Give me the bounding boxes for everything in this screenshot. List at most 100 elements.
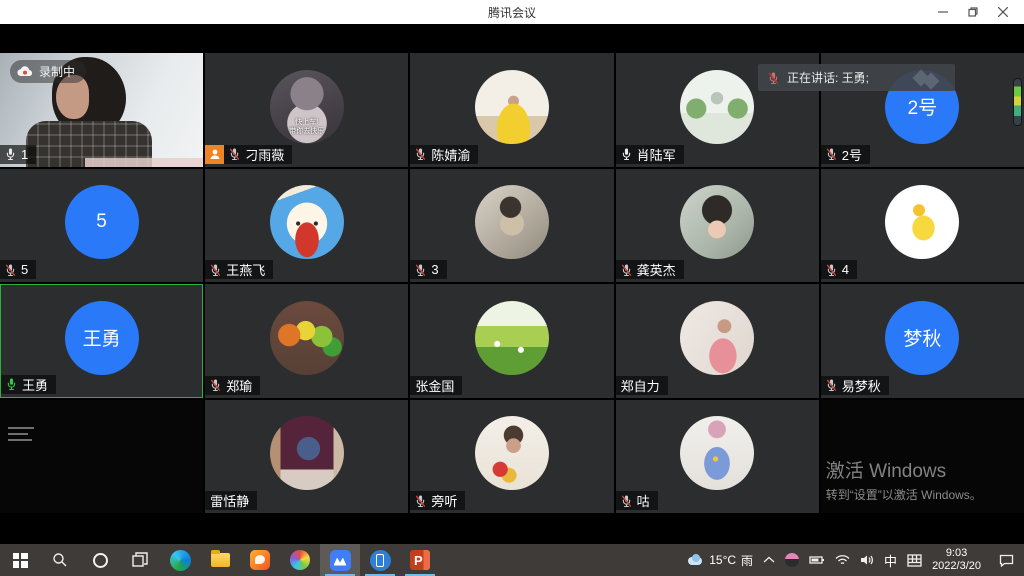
participant-tile[interactable]: 龚英杰: [616, 169, 819, 283]
participant-tile[interactable]: 旁听: [410, 400, 613, 514]
participant-name: 2号: [842, 145, 862, 164]
touch-keyboard-icon: [907, 554, 922, 567]
participant-name-bar: 王勇: [1, 375, 56, 394]
cloud-record-icon: [17, 66, 33, 77]
participant-name: 肖陆军: [637, 145, 676, 164]
mic-speaking-icon: [6, 377, 17, 391]
participant-grid: 录制中 1 快上车! 带你去快乐 刁雨薇: [0, 53, 1024, 513]
window-titlebar[interactable]: 腾讯会议: [0, 0, 1024, 24]
mic-muted-icon: [415, 263, 426, 277]
clock-date: 2022/3/20: [932, 560, 981, 573]
meeting-watermark-logo: [911, 70, 945, 86]
avatar: [475, 70, 549, 144]
mic-muted-icon: [826, 147, 837, 161]
mic-muted-icon: [415, 147, 426, 161]
mic-muted-icon: [621, 494, 632, 508]
participant-tile[interactable]: 梦秋 易梦秋: [821, 284, 1024, 398]
participant-tile-active-speaker[interactable]: 王勇 王勇: [0, 284, 203, 398]
wifi-icon: [835, 554, 850, 566]
battery-icon: [809, 555, 825, 565]
phone-app-button[interactable]: [360, 544, 400, 576]
participant-name: 张金国: [415, 376, 454, 395]
file-explorer-button[interactable]: [200, 544, 240, 576]
participant-name-bar: 龚英杰: [616, 260, 684, 279]
action-center-button[interactable]: [999, 554, 1014, 567]
participant-tile-self-video[interactable]: 录制中 1: [0, 53, 203, 167]
participant-name-bar: 刁雨薇: [205, 145, 292, 164]
participant-name-bar: 陈婧渝: [410, 145, 478, 164]
windows-taskbar: P 15°C 雨 中 9:03 2022/3/20: [0, 544, 1024, 576]
avatar: [680, 70, 754, 144]
search-button[interactable]: [40, 544, 80, 576]
task-view-button[interactable]: [120, 544, 160, 576]
participant-name-bar: 旁听: [410, 491, 465, 510]
color-wheel-app-button[interactable]: [280, 544, 320, 576]
participant-tile[interactable]: 张金国: [410, 284, 613, 398]
close-button[interactable]: [988, 0, 1018, 24]
participant-tile[interactable]: 快上车! 带你去快乐 刁雨薇: [205, 53, 408, 167]
recording-badge: 录制中: [10, 60, 86, 83]
mic-on-icon: [621, 147, 632, 161]
battery-tray-button[interactable]: [809, 555, 825, 565]
participant-name: 郑自力: [621, 376, 660, 395]
messenger-tray-button[interactable]: [785, 553, 799, 567]
tencent-meeting-button[interactable]: [320, 544, 360, 576]
host-badge-icon: [205, 145, 224, 164]
mic-muted-icon: [826, 263, 837, 277]
powerpoint-button[interactable]: P: [400, 544, 440, 576]
volume-tray-button[interactable]: [860, 554, 874, 566]
participant-tile[interactable]: 4: [821, 169, 1024, 283]
list-icon[interactable]: [8, 427, 48, 445]
participant-name: 陈婧渝: [431, 145, 470, 164]
empty-tile: 激活 Windows 转到“设置”以激活 Windows。: [821, 400, 1024, 514]
speaking-indicator-toast: 正在讲话: 王勇;: [758, 64, 955, 91]
participant-tile[interactable]: 5 5: [0, 169, 203, 283]
participant-name: 咕: [637, 491, 650, 510]
meeting-stage: 录制中 1 快上车! 带你去快乐 刁雨薇: [0, 24, 1024, 544]
participant-tile[interactable]: 郑瑜: [205, 284, 408, 398]
weather-widget[interactable]: 15°C 雨: [686, 552, 753, 569]
chevron-up-icon: [763, 556, 775, 564]
avatar: [885, 185, 959, 259]
avatar: [680, 185, 754, 259]
taskbar-clock[interactable]: 9:03 2022/3/20: [932, 547, 981, 573]
minimize-button[interactable]: [928, 0, 958, 24]
windows-logo-icon: [13, 553, 28, 568]
restore-button[interactable]: [958, 0, 988, 24]
avatar: [475, 185, 549, 259]
participant-name: 1: [21, 147, 28, 162]
participant-tile[interactable]: 陈婧渝: [410, 53, 613, 167]
participant-name-bar: 张金国: [410, 376, 462, 395]
search-icon: [52, 552, 68, 568]
mic-muted-icon: [415, 494, 426, 508]
cortana-button[interactable]: [80, 544, 120, 576]
weather-temp: 15°C: [709, 553, 736, 567]
show-hidden-icons-button[interactable]: [763, 556, 775, 564]
messenger-icon: [785, 553, 799, 567]
participant-name: 旁听: [431, 491, 457, 510]
edge-button[interactable]: [160, 544, 200, 576]
ime-indicator[interactable]: 中: [884, 551, 897, 570]
participant-name: 王勇: [22, 375, 48, 394]
weather-condition: 雨: [741, 552, 753, 569]
avatar: [680, 301, 754, 375]
speaking-toast-text: 正在讲话: 王勇;: [787, 69, 869, 86]
mic-muted-icon: [826, 378, 837, 392]
participant-name-bar: 王燕飞: [205, 260, 273, 279]
participant-tile[interactable]: 雷恬静: [205, 400, 408, 514]
uc-browser-button[interactable]: [240, 544, 280, 576]
keyboard-tray-button[interactable]: [907, 554, 922, 567]
window-title: 腾讯会议: [488, 4, 536, 21]
system-tray: 15°C 雨 中 9:03 2022/3/20: [686, 544, 1024, 576]
file-explorer-icon: [211, 553, 230, 567]
mic-on-icon: [5, 147, 16, 161]
avatar-initials: 5: [65, 185, 139, 259]
participant-tile[interactable]: 咕: [616, 400, 819, 514]
participant-tile[interactable]: 3: [410, 169, 613, 283]
clock-time: 9:03: [932, 547, 981, 560]
participant-tile[interactable]: 郑自力: [616, 284, 819, 398]
participant-tile[interactable]: 王燕飞: [205, 169, 408, 283]
start-button[interactable]: [0, 544, 40, 576]
wifi-tray-button[interactable]: [835, 554, 850, 566]
participant-name: 3: [431, 262, 438, 277]
